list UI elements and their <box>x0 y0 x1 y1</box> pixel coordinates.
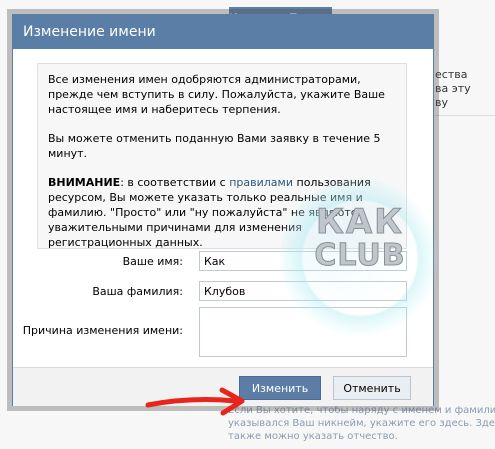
background-bottom-text: Если Вы хотите, чтобы наряду с именем и … <box>228 404 495 443</box>
submit-button[interactable]: Изменить <box>239 376 321 400</box>
cancel-button[interactable]: Отменить <box>333 376 411 400</box>
bg-text-line: ву <box>435 96 448 109</box>
bg-bottom-line: также можно указать отчество. <box>228 431 398 442</box>
info-paragraph-2: Вы можете отменить поданную Вами заявку … <box>48 132 381 160</box>
dialog-title: Изменение имени <box>13 15 433 49</box>
watermark-line-2: CLUB <box>314 238 406 273</box>
warning-label: ВНИМАНИЕ <box>48 176 121 189</box>
watermark-logo: КАК CLUB <box>300 202 420 274</box>
bg-bottom-line: указывался Ваш никнейм, укажите его здес… <box>228 418 495 429</box>
rules-link[interactable]: правилами <box>229 176 293 189</box>
first-name-label: Ваше имя: <box>122 255 183 268</box>
bg-text-line: ва эту <box>435 82 471 95</box>
background-divider <box>435 115 495 116</box>
last-name-label: Ваша фамилия: <box>92 285 183 298</box>
bg-text-line: ества <box>435 68 468 81</box>
red-arrow-icon <box>145 387 245 416</box>
background-right-text: ества ва эту ву <box>435 68 495 110</box>
reason-label: Причина изменения имени: <box>22 324 183 337</box>
watermark-line-1: КАК <box>316 202 404 242</box>
warning-text-pre: : в соответствии с <box>120 176 230 189</box>
info-paragraph-1: Все изменения имен одобряются администра… <box>48 73 385 116</box>
